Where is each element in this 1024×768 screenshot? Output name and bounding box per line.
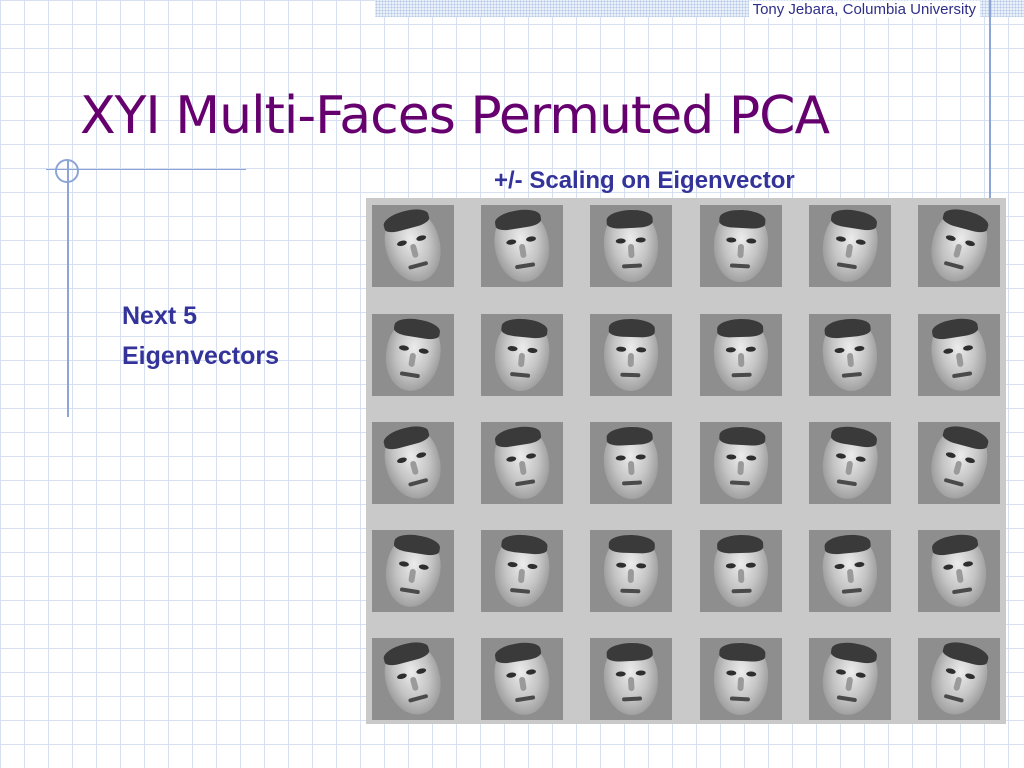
face-thumbnail bbox=[809, 638, 891, 720]
top-right-decor-line bbox=[989, 0, 991, 198]
author-credit: Tony Jebara, Columbia University bbox=[748, 1, 980, 18]
face-thumbnail bbox=[809, 422, 891, 504]
face-thumbnail bbox=[481, 530, 563, 612]
face-image-grid bbox=[366, 198, 1006, 724]
face-thumbnail bbox=[372, 422, 454, 504]
face-thumbnail bbox=[590, 422, 672, 504]
face-thumbnail bbox=[372, 314, 454, 396]
slide-subtitle: +/- Scaling on Eigenvector bbox=[494, 167, 795, 194]
decor-circle-icon bbox=[55, 159, 79, 183]
face-thumbnail bbox=[809, 530, 891, 612]
face-thumbnail bbox=[481, 422, 563, 504]
face-thumbnail bbox=[918, 530, 1000, 612]
face-thumbnail bbox=[700, 314, 782, 396]
face-thumbnail bbox=[809, 314, 891, 396]
face-thumbnail bbox=[590, 314, 672, 396]
left-decor-line bbox=[67, 160, 69, 417]
face-thumbnail bbox=[918, 205, 1000, 287]
slide-title: XYI Multi-Faces Permuted PCA bbox=[80, 86, 830, 146]
bullet-text: Next 5 Eigenvectors bbox=[122, 302, 280, 370]
face-thumbnail bbox=[918, 638, 1000, 720]
face-thumbnail bbox=[372, 530, 454, 612]
face-thumbnail bbox=[700, 205, 782, 287]
face-thumbnail bbox=[481, 205, 563, 287]
face-thumbnail bbox=[700, 638, 782, 720]
face-thumbnail bbox=[481, 638, 563, 720]
face-thumbnail bbox=[590, 205, 672, 287]
face-thumbnail bbox=[700, 530, 782, 612]
face-thumbnail bbox=[809, 205, 891, 287]
face-thumbnail bbox=[372, 638, 454, 720]
face-thumbnail bbox=[590, 530, 672, 612]
face-thumbnail bbox=[481, 314, 563, 396]
face-thumbnail bbox=[918, 422, 1000, 504]
face-thumbnail bbox=[918, 314, 1000, 396]
face-thumbnail bbox=[590, 638, 672, 720]
face-thumbnail bbox=[372, 205, 454, 287]
face-thumbnail bbox=[700, 422, 782, 504]
